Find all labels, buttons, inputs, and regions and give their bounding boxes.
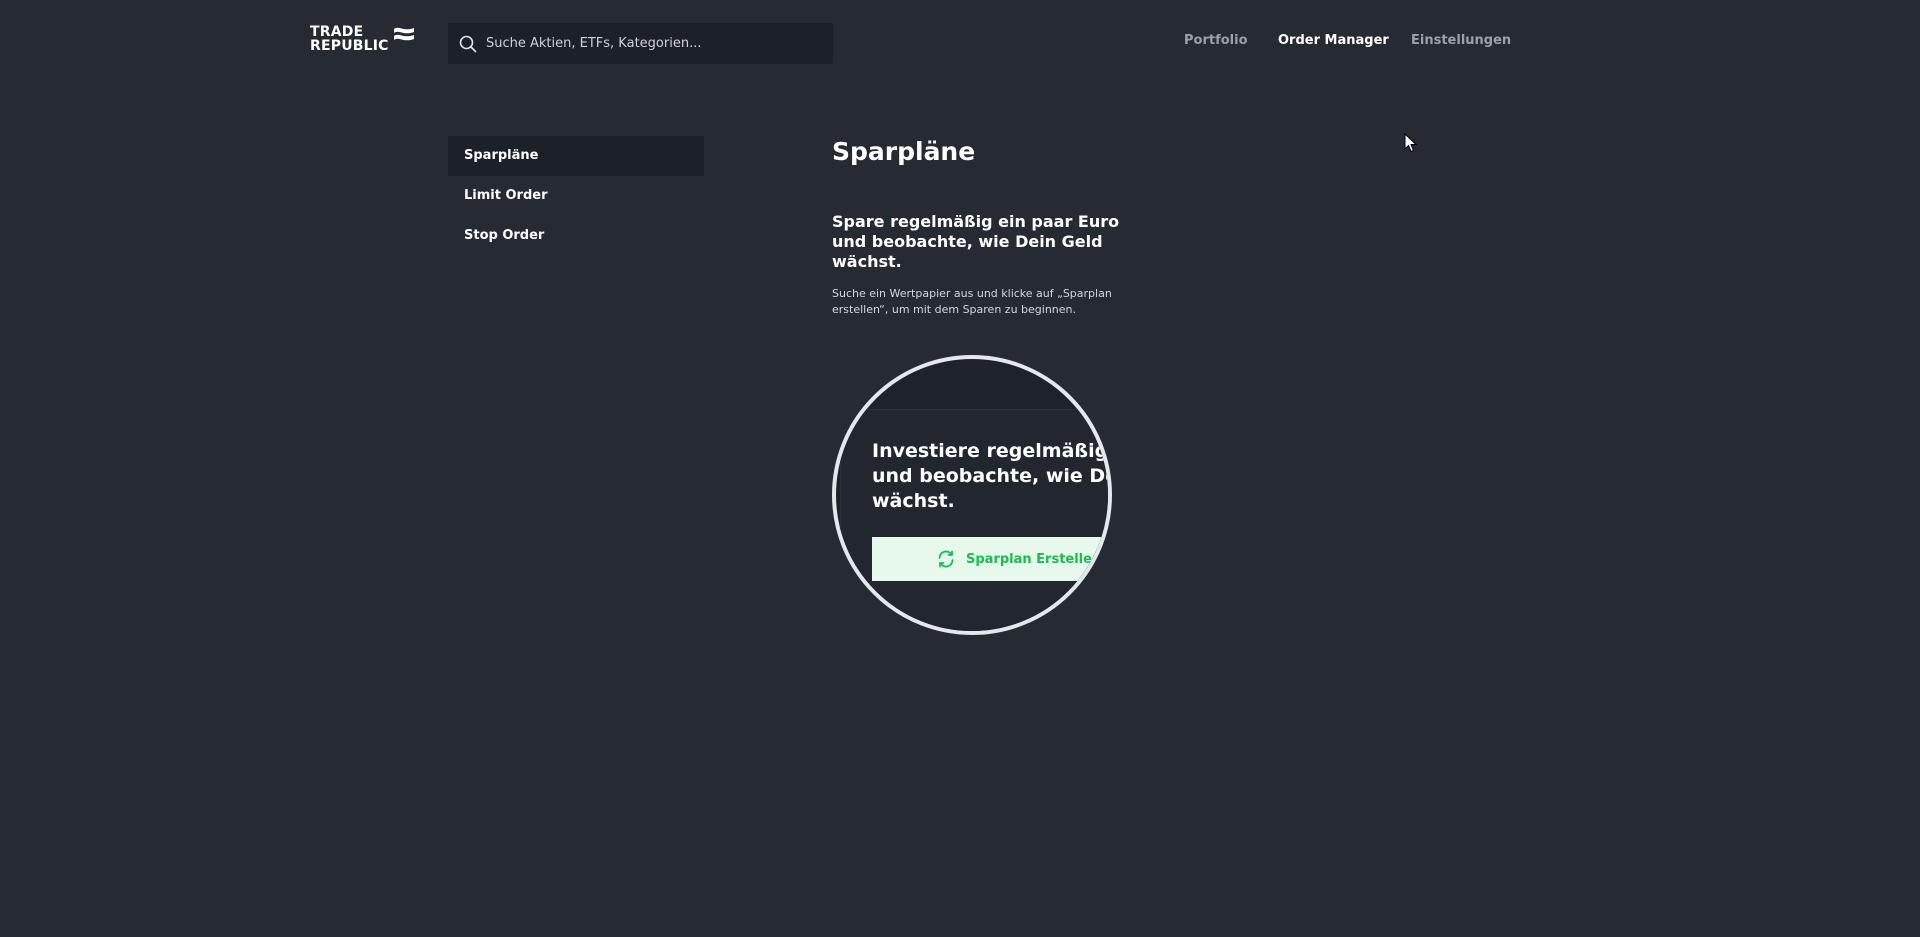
page: TRADE REPUBLIC Portfolio Order Manager E… bbox=[0, 0, 1920, 937]
illustration-title: Investiere regelmäßig ein und beobachte,… bbox=[872, 440, 1109, 512]
sidebar-item-sparplaene[interactable]: Sparpläne bbox=[448, 136, 704, 176]
empty-state-heading: Spare regelmäßig ein paar Euro und beoba… bbox=[832, 212, 1120, 271]
page-title: Sparpläne bbox=[832, 137, 976, 166]
nav-portfolio[interactable]: Portfolio bbox=[1184, 33, 1248, 48]
mouse-cursor-icon bbox=[1404, 132, 1418, 153]
empty-state-description: Suche ein Wertpapier aus und klicke auf … bbox=[832, 287, 1112, 316]
illustration-button-label: Sparplan Erstellen bbox=[966, 551, 1102, 567]
main-content: Sparpläne Spare regelmäßig ein paar Euro… bbox=[832, 136, 1192, 318]
top-nav: Portfolio Order Manager Einstellungen bbox=[0, 33, 1920, 53]
refresh-icon bbox=[936, 549, 956, 569]
sidebar-item-stop-order[interactable]: Stop Order bbox=[448, 216, 704, 256]
sidebar-item-limit-order[interactable]: Limit Order bbox=[448, 176, 704, 216]
illustration-sparplan-button: Sparplan Erstellen bbox=[872, 537, 1108, 581]
nav-einstellungen[interactable]: Einstellungen bbox=[1411, 33, 1511, 48]
magnifier-illustration: Investiere regelmäßig ein und beobachte,… bbox=[832, 355, 1112, 635]
order-sidebar: Sparpläne Limit Order Stop Order bbox=[448, 136, 704, 256]
nav-order-manager[interactable]: Order Manager bbox=[1278, 33, 1389, 48]
